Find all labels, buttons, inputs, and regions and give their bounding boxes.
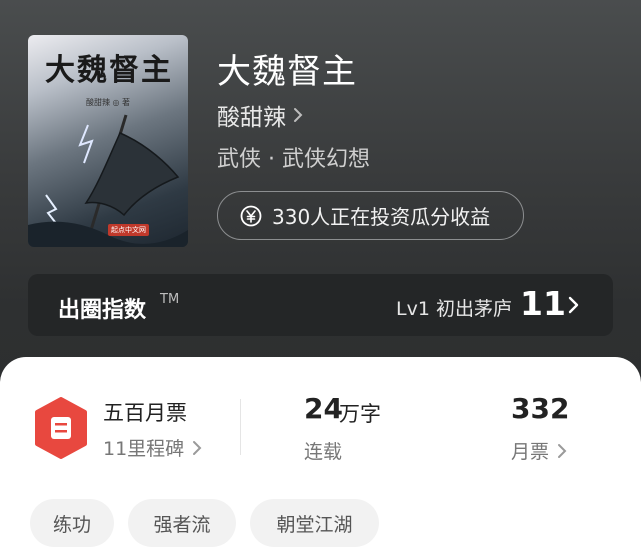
fame-index-bar[interactable]: 出圈指数 TM Lv1 初出茅庐 11 — [28, 274, 613, 336]
chevron-right-icon — [193, 440, 202, 455]
milestone-label: 11里程碑 — [103, 438, 185, 460]
monthly-ticket-count: 332 — [511, 392, 570, 425]
ticket-badge-icon — [35, 397, 87, 459]
book-title: 大魏督主 — [217, 52, 357, 92]
chevron-right-icon — [294, 108, 303, 122]
stats-panel: 五百月票 11里程碑 24 万字 连载 332 月票 练功 强者流 朝堂江湖 — [0, 357, 641, 556]
fame-index-title: 出圈指数 — [58, 298, 147, 323]
chevron-right-icon — [568, 296, 579, 314]
cover-title: 大魏督主 — [45, 53, 173, 88]
fame-score: 11 — [520, 284, 566, 323]
milestone-link[interactable]: 11里程碑 — [103, 434, 202, 461]
tag-chip[interactable]: 练功 — [30, 499, 114, 547]
invest-text: 330人正在投资瓜分收益 — [272, 205, 491, 229]
author-link[interactable]: 酸甜辣 — [217, 98, 304, 132]
word-count-unit: 万字 — [339, 402, 381, 426]
chevron-right-icon — [558, 443, 567, 458]
divider — [240, 399, 241, 455]
invest-button[interactable]: 330人正在投资瓜分收益 — [217, 191, 524, 240]
book-cover[interactable]: 大魏督主 酸甜辣 ◎ 著 起点中文网 — [28, 35, 188, 247]
monthly-ticket-label: 月票 — [511, 441, 550, 463]
serial-status: 连载 — [304, 441, 343, 463]
word-count-number: 24 — [304, 392, 343, 425]
tag-chip[interactable]: 强者流 — [128, 499, 236, 547]
yen-coin-icon — [240, 205, 262, 226]
genre-label[interactable]: 武侠 · 武侠幻想 — [217, 141, 370, 173]
rank-title: 五百月票 — [103, 401, 187, 425]
trademark-mark: TM — [160, 292, 180, 307]
fame-level: Lv1 初出茅庐 — [396, 298, 512, 320]
publisher-logo: 起点中文网 — [108, 224, 149, 236]
author-name: 酸甜辣 — [217, 105, 286, 131]
monthly-ticket-link[interactable]: 月票 — [511, 437, 567, 464]
tag-chip[interactable]: 朝堂江湖 — [250, 499, 379, 547]
